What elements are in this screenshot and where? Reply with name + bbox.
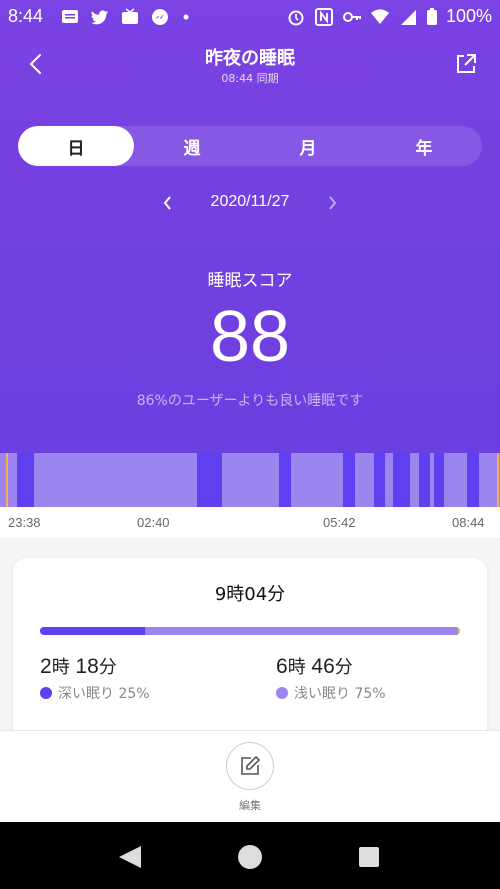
date-navigator: 2020/11/27 bbox=[0, 188, 500, 218]
deep-sleep-segment bbox=[17, 453, 34, 507]
tv-icon bbox=[122, 8, 138, 24]
sleep-timeline[interactable] bbox=[0, 453, 500, 507]
deep-sleep-label: 深い眠り 25% bbox=[58, 686, 150, 702]
signal-icon bbox=[400, 9, 416, 25]
message-icon bbox=[62, 10, 78, 23]
deep-sleep-segment bbox=[343, 453, 355, 507]
hour-unit: 時 bbox=[287, 657, 306, 678]
light-hours: 6 bbox=[276, 655, 288, 678]
sync-time: 08:44 同期 bbox=[221, 72, 279, 85]
edit-label: 編集 bbox=[239, 799, 261, 812]
score-label: 睡眠スコア bbox=[207, 271, 293, 291]
current-date: 2020/11/27 bbox=[210, 193, 290, 210]
hour-unit: 時 bbox=[51, 657, 70, 678]
deep-sleep-duration: 2時 18分 bbox=[40, 653, 150, 679]
total-sleep-duration: 9時04分 bbox=[214, 584, 286, 605]
light-sleep-legend-dot bbox=[276, 687, 288, 699]
minute-unit: 分 bbox=[334, 657, 353, 678]
app-bar: 昨夜の睡眠 08:44 同期 bbox=[0, 36, 500, 92]
sleep-ratio-bar bbox=[40, 627, 460, 635]
period-tabs: 日 週 月 年 bbox=[18, 126, 482, 166]
tab-year[interactable]: 年 bbox=[366, 126, 482, 166]
battery-icon bbox=[426, 7, 437, 25]
deep-sleep-legend-dot bbox=[40, 687, 52, 699]
deep-hours: 2 bbox=[40, 655, 52, 678]
deep-sleep-segment bbox=[374, 453, 385, 507]
status-time: 8:44 bbox=[8, 6, 44, 26]
tab-week[interactable]: 週 bbox=[134, 126, 250, 166]
messenger-icon bbox=[152, 9, 168, 25]
twitter-icon bbox=[91, 10, 108, 25]
timeline-start-marker bbox=[6, 453, 8, 507]
axis-tick: 08:44 bbox=[452, 515, 485, 530]
deep-sleep-segment bbox=[279, 453, 291, 507]
timeline-end-marker bbox=[497, 453, 499, 507]
alarm-icon bbox=[288, 10, 304, 25]
deep-sleep-segment bbox=[467, 453, 479, 507]
axis-tick: 02:40 bbox=[137, 515, 170, 530]
edit-button[interactable] bbox=[226, 742, 274, 790]
sleep-summary-card: 9時04分 2時 18分 深い眠り 25% 6時 46分 浅い眠り 75% bbox=[13, 558, 487, 758]
minute-unit: 分 bbox=[98, 657, 117, 678]
page-title: 昨夜の睡眠 bbox=[205, 48, 295, 69]
tab-day[interactable]: 日 bbox=[18, 126, 134, 166]
dot-icon bbox=[183, 14, 189, 20]
deep-sleep-stat: 2時 18分 深い眠り 25% bbox=[40, 653, 150, 703]
share-icon[interactable] bbox=[452, 50, 480, 78]
deep-sleep-segment bbox=[434, 453, 444, 507]
axis-tick: 05:42 bbox=[323, 515, 356, 530]
nfc-icon bbox=[314, 7, 333, 26]
ratio-bar-end-marker bbox=[458, 627, 460, 635]
light-sleep-duration: 6時 46分 bbox=[276, 653, 386, 679]
system-icons: 100% bbox=[286, 6, 492, 27]
notification-icons bbox=[60, 8, 200, 26]
deep-sleep-segment bbox=[197, 453, 222, 507]
score-value: 88 bbox=[209, 297, 291, 377]
deep-sleep-segment bbox=[393, 453, 410, 507]
system-nav-bar bbox=[0, 822, 500, 889]
score-description: 86%のユーザーよりも良い睡眠です bbox=[136, 393, 364, 409]
chevron-right-icon[interactable] bbox=[322, 192, 342, 214]
bottom-action-bar: 編集 bbox=[0, 730, 500, 822]
deep-sleep-fill bbox=[40, 627, 145, 635]
deep-minutes: 18 bbox=[75, 655, 99, 678]
recents-nav-icon[interactable] bbox=[358, 846, 380, 868]
axis-tick: 23:38 bbox=[8, 515, 41, 530]
wifi-icon bbox=[370, 8, 389, 24]
light-sleep-stat: 6時 46分 浅い眠り 75% bbox=[276, 653, 386, 703]
status-bar: 8:44 100% bbox=[0, 0, 500, 34]
deep-sleep-segment bbox=[419, 453, 430, 507]
tab-month[interactable]: 月 bbox=[250, 126, 366, 166]
home-nav-icon[interactable] bbox=[236, 843, 264, 871]
light-minutes: 46 bbox=[311, 655, 335, 678]
key-icon bbox=[342, 11, 361, 22]
back-nav-icon[interactable] bbox=[115, 844, 145, 870]
timeline-axis: 23:38 02:40 05:42 08:44 bbox=[0, 507, 500, 539]
battery-level: 100% bbox=[445, 6, 492, 26]
light-sleep-label: 浅い眠り 75% bbox=[294, 686, 386, 702]
edit-icon bbox=[241, 755, 261, 775]
